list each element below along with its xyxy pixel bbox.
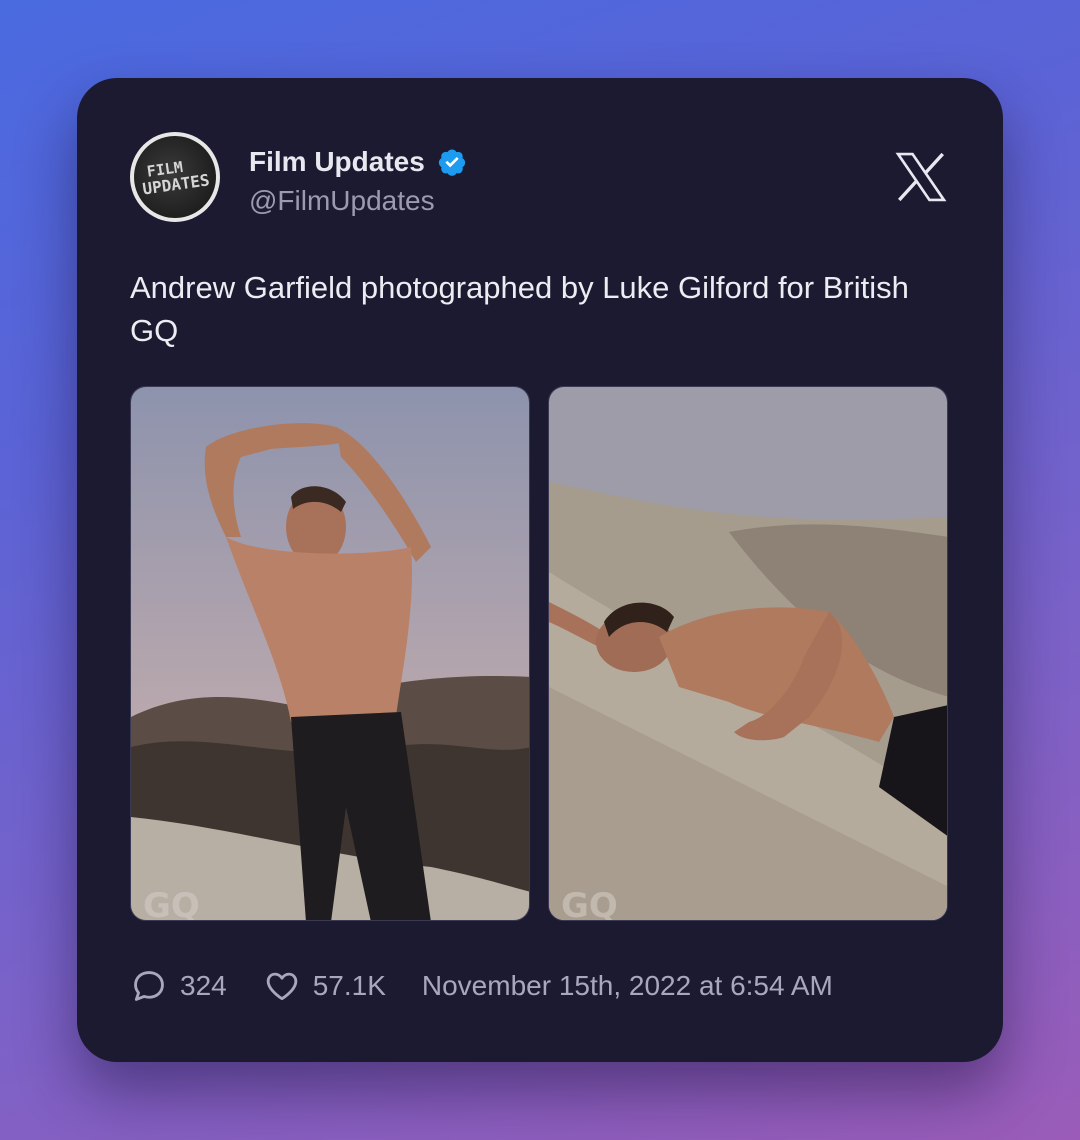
like-count[interactable]: 57.1K <box>263 967 386 1005</box>
like-count-text: 57.1K <box>312 970 386 1001</box>
gq-watermark: GQ <box>143 886 200 921</box>
tweet-stats: 324 57.1K November 15th, 2022 at 6:54 AM <box>130 966 833 1006</box>
photo-man-standing-desert: GQ <box>131 387 529 921</box>
photo-man-lying-sand-dune: GQ <box>549 387 947 921</box>
reply-count[interactable]: 324 <box>130 967 227 1005</box>
x-logo-icon[interactable] <box>892 148 950 206</box>
reply-count-text: 324 <box>180 970 227 1001</box>
display-name[interactable]: Film Updates <box>249 146 467 178</box>
gq-watermark: GQ <box>561 886 618 921</box>
tweet-card: FILM UPDATES Film Updates @FilmUpdates A… <box>77 78 1003 1062</box>
handle[interactable]: @FilmUpdates <box>249 185 435 217</box>
display-name-text: Film Updates <box>249 146 425 177</box>
reply-bubble-icon <box>134 971 164 1001</box>
avatar-logo: FILM UPDATES <box>128 130 222 224</box>
heart-icon <box>266 972 297 1001</box>
tweet-image-2[interactable]: GQ <box>548 386 948 921</box>
tweet-timestamp[interactable]: November 15th, 2022 at 6:54 AM <box>422 970 833 1002</box>
avatar[interactable]: FILM UPDATES <box>128 130 222 224</box>
tweet-text: Andrew Garfield photographed by Luke Gil… <box>130 270 909 348</box>
tweet-image-1[interactable]: GQ <box>130 386 530 921</box>
verified-badge-icon <box>438 149 465 176</box>
